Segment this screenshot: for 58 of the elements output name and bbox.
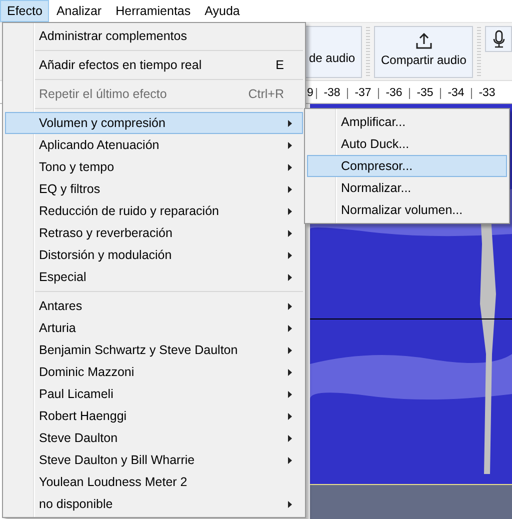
ruler-label: -33 — [471, 88, 502, 99]
microphone-button[interactable] — [485, 26, 512, 52]
submenu-arrow-icon — [288, 324, 292, 332]
menu-item[interactable]: Auto Duck... — [307, 133, 507, 155]
submenu-arrow-icon — [288, 434, 292, 442]
ruler-label: -36 — [378, 88, 409, 99]
menu-item[interactable]: Steve Daulton — [5, 427, 303, 449]
submenu-arrow-icon — [288, 230, 292, 236]
toolbar-grip[interactable] — [366, 27, 370, 77]
submenu-arrow-icon — [288, 252, 292, 258]
menu-item[interactable]: Compresor... — [307, 155, 507, 177]
ruler-label: 9 — [307, 88, 314, 99]
menu-item[interactable]: no disponible — [5, 493, 303, 515]
menu-item[interactable]: Dominic Mazzoni — [5, 361, 303, 383]
submenu-arrow-icon — [288, 412, 292, 420]
submenu-arrow-icon — [288, 346, 292, 354]
menu-item[interactable]: Arturia — [5, 317, 303, 339]
submenu-arrow-icon — [288, 120, 292, 126]
menu-item[interactable]: Amplificar... — [307, 111, 507, 133]
submenu-arrow-icon — [288, 456, 292, 464]
ruler-label: -35 — [409, 88, 440, 99]
ruler-label: -37 — [347, 88, 378, 99]
menu-bar-item[interactable]: Analizar — [49, 0, 109, 22]
menu-item[interactable]: Distorsión y modulación — [5, 244, 303, 266]
menu-item[interactable]: Añadir efectos en tiempo real E — [5, 54, 303, 76]
menu-item[interactable]: Benjamin Schwartz y Steve Daulton — [5, 339, 303, 361]
microphone-icon — [492, 30, 505, 48]
submenu-arrow-icon — [288, 164, 292, 170]
menu-bar-item[interactable]: Ayuda — [198, 0, 247, 22]
menu-item[interactable]: EQ y filtros — [5, 178, 303, 200]
menu-item[interactable]: Aplicando Atenuación — [5, 134, 303, 156]
share-audio-button[interactable]: Compartir audio — [374, 26, 474, 78]
submenu-arrow-icon — [288, 274, 292, 280]
menu-item[interactable]: Normalizar volumen... — [307, 199, 507, 221]
menu-item[interactable]: Especial — [5, 266, 303, 288]
menu-item[interactable]: Volumen y compresión — [5, 112, 303, 134]
menu-item[interactable]: Administrar complementos — [5, 25, 303, 47]
menu-item[interactable]: Antares — [5, 295, 303, 317]
ruler-label: -38 — [316, 88, 347, 99]
menu-item[interactable]: Tono y tempo — [5, 156, 303, 178]
submenu-arrow-icon — [288, 186, 292, 192]
submenu-arrow-icon — [288, 390, 292, 398]
menu-item[interactable]: Youlean Loudness Meter 2 — [5, 471, 303, 493]
submenu-arrow-icon — [288, 500, 292, 508]
ruler-label: -34 — [440, 88, 471, 99]
menu-item[interactable]: Reducción de ruido y reparación — [5, 200, 303, 222]
menu-item[interactable]: Steve Daulton y Bill Wharrie — [5, 449, 303, 471]
submenu-arrow-icon — [288, 368, 292, 376]
menu-bar-item[interactable]: Herramientas — [108, 0, 198, 22]
submenu-arrow-icon — [288, 208, 292, 214]
submenu-arrow-icon — [288, 302, 292, 310]
menu-bar-item[interactable]: Efecto — [0, 0, 50, 22]
menu-item[interactable]: Retraso y reverberación — [5, 222, 303, 244]
menu-item[interactable]: Normalizar... — [307, 177, 507, 199]
menu-item[interactable]: Paul Licameli — [5, 383, 303, 405]
menu-item[interactable]: Robert Haenggi — [5, 405, 303, 427]
upload-icon — [416, 33, 432, 49]
submenu-arrow-icon — [288, 142, 292, 148]
